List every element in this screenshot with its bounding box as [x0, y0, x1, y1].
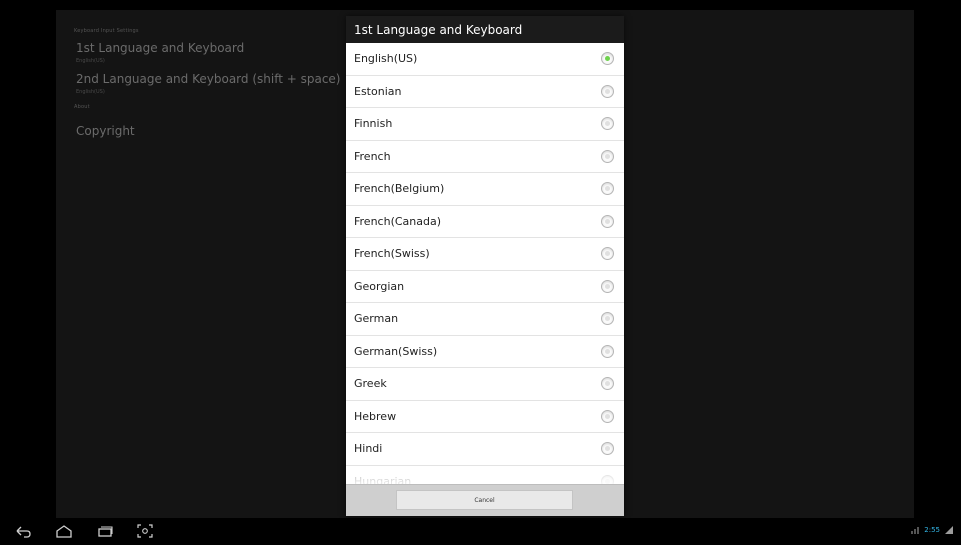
language-option[interactable]: French(Canada) [346, 206, 624, 238]
radio-unchecked-icon[interactable] [601, 214, 614, 228]
cancel-button[interactable]: Cancel [396, 490, 573, 510]
language-option[interactable]: German [346, 303, 624, 336]
home-icon[interactable] [55, 523, 73, 539]
language-option-label: English(US) [354, 52, 418, 66]
wifi-icon [945, 526, 953, 534]
radio-unchecked-icon[interactable] [601, 149, 614, 163]
language-list[interactable]: English(US) Estonian Finnish French French(B… [346, 43, 624, 485]
language-option[interactable]: Estonian [346, 76, 624, 108]
radio-unchecked-icon[interactable] [601, 442, 614, 456]
language-option-label: French(Belgium) [354, 182, 445, 196]
navigation-bar: 2:55 [0, 518, 961, 545]
radio-unchecked-icon[interactable] [601, 409, 614, 423]
language-option-label: Greek [354, 377, 387, 391]
radio-unchecked-icon[interactable] [601, 279, 614, 293]
language-option-label: German(Swiss) [354, 344, 438, 358]
language-option-label: Hindi [354, 442, 383, 456]
language-dialog: 1st Language and Keyboard English(US) Est… [346, 16, 624, 516]
language-option-label: French(Canada) [354, 214, 442, 228]
language-option[interactable]: German(Swiss) [346, 336, 624, 368]
status-area[interactable]: 2:55 [911, 526, 953, 534]
language-option[interactable]: Hebrew [346, 401, 624, 433]
language-option[interactable]: French [346, 141, 624, 173]
radio-unchecked-icon[interactable] [601, 247, 614, 261]
language-option-label: Finnish [354, 117, 393, 131]
language-option[interactable]: Finnish [346, 108, 624, 141]
dialog-footer: Cancel [346, 484, 624, 516]
section-header-keyboard-input: Keyboard Input Settings [74, 28, 139, 34]
section-header-about: About [74, 104, 90, 110]
radio-checked-icon[interactable] [601, 52, 614, 66]
language-option[interactable]: Greek [346, 368, 624, 401]
radio-unchecked-icon[interactable] [601, 377, 614, 391]
language-option[interactable]: French(Swiss) [346, 238, 624, 271]
language-option-label: Estonian [354, 84, 402, 98]
pref-copyright[interactable]: Copyright [76, 124, 135, 138]
pref-2nd-language-summary: English(US) [76, 89, 105, 95]
dialog-title: 1st Language and Keyboard [346, 16, 624, 43]
language-option-label: Georgian [354, 279, 405, 293]
language-option-label: French(Swiss) [354, 247, 430, 261]
language-option-label: German [354, 312, 399, 326]
screenshot-icon[interactable] [136, 523, 154, 539]
radio-unchecked-icon[interactable] [601, 84, 614, 98]
signal-icon [911, 527, 920, 534]
radio-unchecked-icon[interactable] [601, 182, 614, 196]
recent-apps-icon[interactable] [96, 523, 114, 539]
pref-1st-language-title: 1st Language and Keyboard [76, 41, 245, 55]
language-option-label: Hebrew [354, 409, 397, 423]
clock: 2:55 [924, 526, 940, 534]
language-option[interactable]: French(Belgium) [346, 173, 624, 206]
language-option[interactable]: English(US) [346, 43, 624, 76]
radio-unchecked-icon[interactable] [601, 117, 614, 131]
radio-unchecked-icon[interactable] [601, 344, 614, 358]
language-option[interactable]: Georgian [346, 271, 624, 303]
radio-unchecked-icon[interactable] [601, 312, 614, 326]
back-icon[interactable] [14, 523, 32, 539]
language-option[interactable]: Hungarian [346, 466, 624, 485]
language-option[interactable]: Hindi [346, 433, 624, 466]
pref-1st-language-summary: English(US) [76, 58, 105, 64]
pref-2nd-language-title: 2nd Language and Keyboard (shift + space… [76, 72, 341, 86]
language-option-label: French [354, 149, 391, 163]
